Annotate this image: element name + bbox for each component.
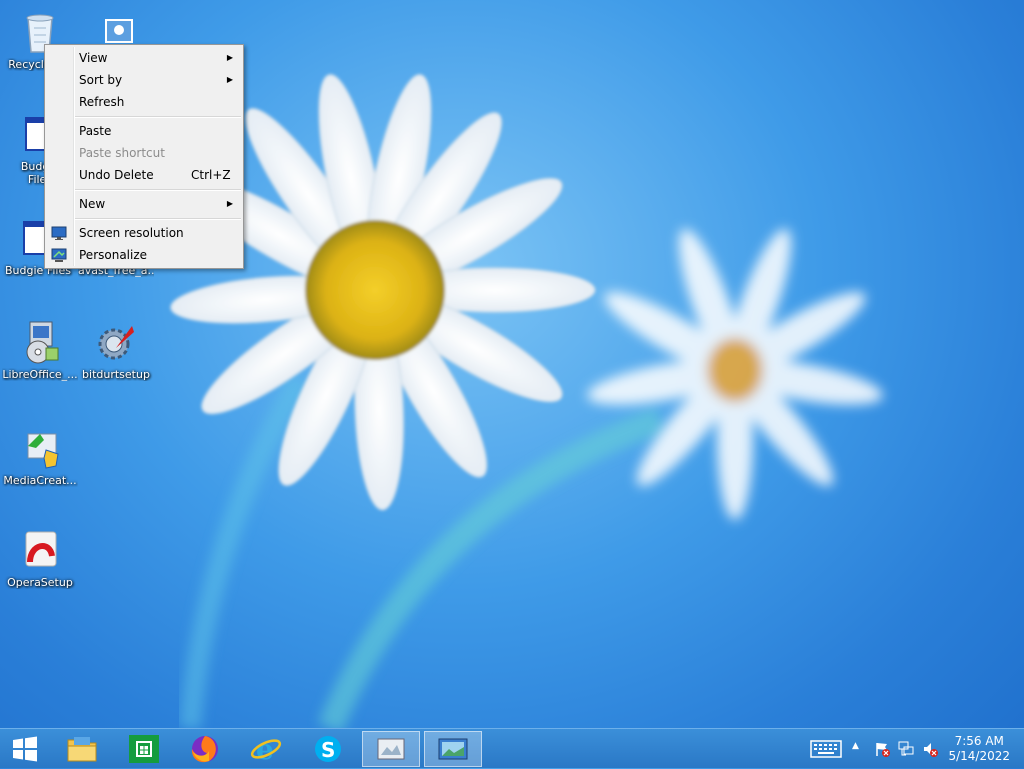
- clock-date: 5/14/2022: [948, 749, 1010, 763]
- network-icon[interactable]: [898, 741, 914, 757]
- desktop-icon-label: LibreOffice_...: [2, 368, 78, 381]
- menu-separator: [75, 189, 241, 191]
- internet-explorer-icon: e: [250, 734, 282, 764]
- menu-item-label: Sort by: [79, 73, 123, 87]
- media-creation-tool-icon: [27, 433, 59, 469]
- desktop-icon-bitdurtsetup[interactable]: bitdurtsetup: [78, 318, 154, 381]
- menu-item-label: Personalize: [79, 248, 148, 262]
- keyboard-icon[interactable]: [810, 739, 842, 759]
- desktop-icon-operasetup[interactable]: OperaSetup: [2, 526, 78, 589]
- menu-item-label: New: [79, 197, 106, 211]
- desktop-icon-mediacreation[interactable]: MediaCreat...: [2, 424, 78, 487]
- svg-text:e: e: [256, 734, 274, 764]
- submenu-arrow-icon: ▶: [226, 199, 233, 208]
- taskbar-store[interactable]: [116, 731, 172, 767]
- window-app-icon: [377, 738, 405, 760]
- desktop-context-menu: View ▶ Sort by ▶ Refresh Paste Paste sho…: [44, 44, 244, 269]
- screen-resolution-icon: [51, 226, 67, 240]
- menu-separator: [75, 116, 241, 118]
- menu-item-label: Paste shortcut: [79, 146, 165, 160]
- taskbar-window-1[interactable]: [362, 731, 420, 767]
- opera-setup-icon: [25, 531, 57, 567]
- menu-item-label: Undo Delete: [79, 168, 154, 182]
- menu-item-sort-by[interactable]: Sort by ▶: [47, 69, 241, 91]
- menu-item-label: Refresh: [79, 95, 125, 109]
- system-tray: ▲: [806, 729, 946, 769]
- menu-separator: [75, 218, 241, 220]
- svg-text:S: S: [321, 738, 335, 762]
- menu-item-label: Screen resolution: [79, 226, 184, 240]
- taskbar-skype[interactable]: S: [300, 731, 356, 767]
- taskbar-firefox[interactable]: [177, 731, 233, 767]
- submenu-arrow-icon: ▶: [226, 53, 233, 62]
- action-center-flag-icon[interactable]: [874, 741, 890, 757]
- menu-item-undo-delete[interactable]: Undo Delete Ctrl+Z: [47, 164, 241, 186]
- menu-item-paste-shortcut: Paste shortcut: [47, 142, 241, 164]
- window-app-icon: [438, 738, 468, 760]
- menu-item-new[interactable]: New ▶: [47, 193, 241, 215]
- skype-icon: S: [315, 736, 341, 762]
- desktop-icon-label: bitdurtsetup: [82, 368, 150, 381]
- start-button[interactable]: [0, 731, 50, 767]
- show-hidden-icons[interactable]: ▲: [852, 741, 859, 751]
- personalize-icon: [51, 248, 67, 262]
- desktop-icon-libreoffice[interactable]: LibreOffice_...: [2, 318, 78, 381]
- volume-muted-icon[interactable]: [922, 741, 938, 757]
- menu-item-shortcut: Ctrl+Z: [191, 168, 231, 182]
- store-icon: [129, 735, 159, 763]
- menu-item-personalize[interactable]: Personalize: [47, 244, 241, 266]
- libreoffice-installer-icon: [26, 321, 59, 364]
- setup-gear-icon: [98, 326, 134, 360]
- menu-item-screen-resolution[interactable]: Screen resolution: [47, 222, 241, 244]
- menu-item-label: View: [79, 51, 108, 65]
- taskbar-clock[interactable]: 7:56 AM 5/14/2022: [948, 734, 1010, 764]
- menu-item-paste[interactable]: Paste: [47, 120, 241, 142]
- menu-item-label: Paste: [79, 124, 112, 138]
- taskbar-window-2[interactable]: [424, 731, 482, 767]
- clock-time: 7:56 AM: [954, 734, 1004, 748]
- menu-item-refresh[interactable]: Refresh: [47, 91, 241, 113]
- submenu-arrow-icon: ▶: [226, 75, 233, 84]
- menu-item-view[interactable]: View ▶: [47, 47, 241, 69]
- desktop-icon-label: MediaCreat...: [3, 474, 77, 487]
- desktop-icon-label: OperaSetup: [7, 576, 73, 589]
- file-explorer-icon: [67, 737, 97, 762]
- taskbar-internet-explorer[interactable]: e: [238, 731, 294, 767]
- taskbar-file-explorer[interactable]: [54, 731, 110, 767]
- firefox-icon: [191, 736, 218, 763]
- start-icon: [13, 736, 37, 762]
- taskbar: e S ▲ 7:56 AM 5/14/2022: [0, 728, 1024, 768]
